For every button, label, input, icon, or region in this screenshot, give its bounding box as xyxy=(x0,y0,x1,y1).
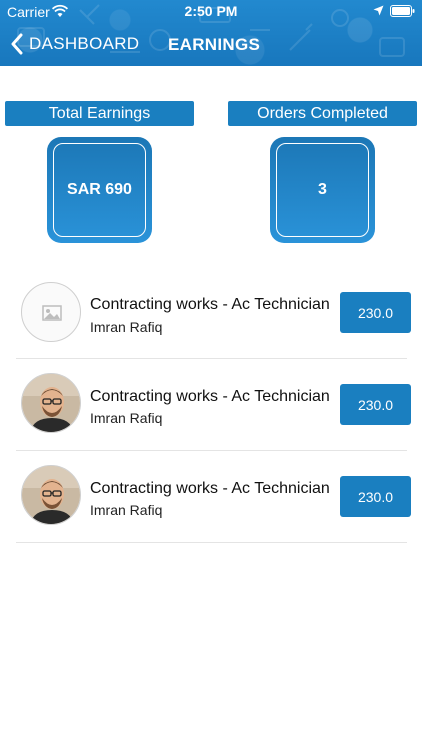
user-avatar xyxy=(21,465,81,525)
order-customer-name: Imran Rafiq xyxy=(90,410,163,426)
chevron-left-icon xyxy=(11,33,23,55)
back-label: DASHBOARD xyxy=(29,34,140,53)
order-title: Contracting works - Ac Technician xyxy=(90,480,330,497)
user-photo-icon xyxy=(22,466,80,524)
order-amount-button[interactable]: 230.0 xyxy=(340,292,411,333)
order-customer-name: Imran Rafiq xyxy=(90,502,163,518)
placeholder-image-icon xyxy=(21,282,81,342)
order-amount-button[interactable]: 230.0 xyxy=(340,476,411,517)
total-earnings-label: Total Earnings xyxy=(5,101,194,126)
order-list-item[interactable]: Contracting works - Ac Technician Imran … xyxy=(16,359,411,451)
image-placeholder-icon xyxy=(42,305,62,321)
orders-completed-value: 3 xyxy=(276,143,369,237)
status-bar: Carrier 2:50 PM xyxy=(0,0,422,22)
battery-icon xyxy=(390,5,415,17)
order-list-item[interactable]: Contracting works - Ac Technician Imran … xyxy=(16,451,411,543)
orders-completed-card: 3 xyxy=(270,137,375,243)
back-button[interactable]: DASHBOARD xyxy=(10,33,139,55)
user-photo-icon xyxy=(22,374,80,432)
order-amount-button[interactable]: 230.0 xyxy=(340,384,411,425)
order-title: Contracting works - Ac Technician xyxy=(90,296,330,313)
order-title: Contracting works - Ac Technician xyxy=(90,388,330,405)
location-arrow-icon xyxy=(373,5,384,16)
user-avatar xyxy=(21,373,81,433)
status-time: 2:50 PM xyxy=(184,3,238,19)
page-title: EARNINGS xyxy=(168,35,261,54)
header-bar: Carrier 2:50 PM DASHBOARD EARNINGS xyxy=(0,0,422,66)
orders-completed-label: Orders Completed xyxy=(228,101,417,126)
total-earnings-value: SAR 690 xyxy=(53,143,146,237)
order-customer-name: Imran Rafiq xyxy=(90,319,163,335)
total-earnings-card: SAR 690 xyxy=(47,137,152,243)
order-list-item[interactable]: Contracting works - Ac Technician Imran … xyxy=(16,267,411,359)
